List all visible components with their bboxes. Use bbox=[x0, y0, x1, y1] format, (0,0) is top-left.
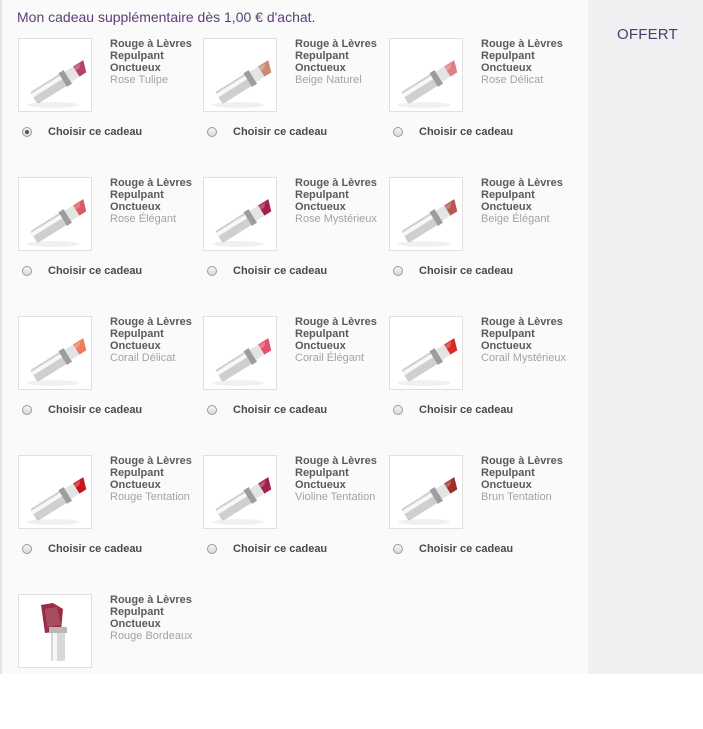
choose-gift-label[interactable]: Choisir ce cadeau bbox=[419, 543, 513, 555]
gift-shade: Rose Mystérieux bbox=[295, 213, 377, 225]
gift-name: Rouge à Lèvres Repulpant Onctueux bbox=[481, 455, 563, 491]
gift-shade: Rouge Tentation bbox=[110, 491, 190, 503]
choose-gift-label[interactable]: Choisir ce cadeau bbox=[48, 543, 142, 555]
gift-shade: Corail Mystérieux bbox=[481, 352, 566, 364]
choose-gift-label[interactable]: Choisir ce cadeau bbox=[419, 126, 513, 138]
choose-gift-label[interactable]: Choisir ce cadeau bbox=[419, 265, 513, 277]
gift-radio[interactable] bbox=[393, 405, 403, 415]
gift-header: Mon cadeau supplémentaire dès 1,00 € d'a… bbox=[17, 9, 316, 25]
gift-item: Rouge à Lèvres Repulpant Onctueux Rose Dé… bbox=[389, 38, 574, 173]
offer-label: OFFERT bbox=[617, 26, 678, 43]
choose-gift-option[interactable]: Choisir ce cadeau bbox=[207, 125, 327, 139]
choose-gift-option[interactable]: Choisir ce cadeau bbox=[22, 542, 142, 556]
lipstick-image bbox=[203, 177, 277, 251]
lipstick-image bbox=[389, 455, 463, 529]
lipstick-image bbox=[18, 316, 92, 390]
gift-shade: Beige Naturel bbox=[295, 74, 362, 86]
gift-item: Rouge à Lèvres Repulpant Onctueux Rose Tu… bbox=[18, 38, 203, 173]
gift-shade: Rouge Bordeaux bbox=[110, 630, 193, 642]
choose-gift-label[interactable]: Choisir ce cadeau bbox=[48, 265, 142, 277]
lipstick-image bbox=[389, 38, 463, 112]
gift-shade: Rose Délicat bbox=[481, 74, 544, 86]
gift-shade: Corail Délicat bbox=[110, 352, 176, 364]
gift-radio[interactable] bbox=[22, 544, 32, 554]
choose-gift-option[interactable]: Choisir ce cadeau bbox=[393, 264, 513, 278]
gift-name: Rouge à Lèvres Repulpant Onctueux bbox=[110, 38, 192, 74]
gift-item: Rouge à Lèvres Repulpant Onctueux Corail … bbox=[389, 316, 574, 451]
lipstick-image bbox=[203, 316, 277, 390]
choose-gift-option[interactable]: Choisir ce cadeau bbox=[207, 264, 327, 278]
choose-gift-option[interactable]: Choisir ce cadeau bbox=[393, 542, 513, 556]
price-column bbox=[588, 0, 703, 674]
gift-name: Rouge à Lèvres Repulpant Onctueux bbox=[481, 38, 563, 74]
gift-name: Rouge à Lèvres Repulpant Onctueux bbox=[110, 316, 192, 352]
choose-gift-option[interactable]: Choisir ce cadeau bbox=[22, 403, 142, 417]
choose-gift-option[interactable]: Choisir ce cadeau bbox=[207, 542, 327, 556]
gift-item: Rouge à Lèvres Repulpant Onctueux Brun Te… bbox=[389, 455, 574, 590]
lipstick-image bbox=[389, 316, 463, 390]
gift-item: Rouge à Lèvres Repulpant Onctueux Corail … bbox=[203, 316, 388, 451]
choose-gift-option[interactable]: Choisir ce cadeau bbox=[22, 264, 142, 278]
gift-item: Rouge à Lèvres Repulpant Onctueux Rose Él… bbox=[18, 177, 203, 312]
choose-gift-option[interactable]: Choisir ce cadeau bbox=[393, 403, 513, 417]
gift-name: Rouge à Lèvres Repulpant Onctueux bbox=[110, 177, 192, 213]
gift-radio[interactable] bbox=[207, 127, 217, 137]
gift-item: Rouge à Lèvres Repulpant Onctueux Violine… bbox=[203, 455, 388, 590]
gift-radio[interactable] bbox=[393, 266, 403, 276]
gift-radio[interactable] bbox=[393, 544, 403, 554]
choose-gift-option[interactable]: Choisir ce cadeau bbox=[22, 125, 142, 139]
lipstick-image bbox=[18, 594, 92, 668]
gift-name: Rouge à Lèvres Repulpant Onctueux bbox=[295, 177, 377, 213]
gift-item: Rouge à Lèvres Repulpant Onctueux Rouge B… bbox=[18, 594, 203, 729]
gift-name: Rouge à Lèvres Repulpant Onctueux bbox=[295, 38, 377, 74]
gift-shade: Rose Tulipe bbox=[110, 74, 169, 86]
gift-item: Rouge à Lèvres Repulpant Onctueux Beige É… bbox=[389, 177, 574, 312]
gift-item: Rouge à Lèvres Repulpant Onctueux Beige N… bbox=[203, 38, 388, 173]
lipstick-image bbox=[18, 177, 92, 251]
choose-gift-label[interactable]: Choisir ce cadeau bbox=[48, 126, 142, 138]
gift-name: Rouge à Lèvres Repulpant Onctueux bbox=[295, 455, 377, 491]
lipstick-image bbox=[18, 455, 92, 529]
choose-gift-label[interactable]: Choisir ce cadeau bbox=[419, 404, 513, 416]
choose-gift-option[interactable]: Choisir ce cadeau bbox=[207, 403, 327, 417]
lipstick-image bbox=[203, 455, 277, 529]
lipstick-image bbox=[389, 177, 463, 251]
gift-name: Rouge à Lèvres Repulpant Onctueux bbox=[295, 316, 377, 352]
choose-gift-label[interactable]: Choisir ce cadeau bbox=[233, 265, 327, 277]
gift-radio[interactable] bbox=[207, 405, 217, 415]
gift-shade: Violine Tentation bbox=[295, 491, 376, 503]
gift-radio[interactable] bbox=[207, 266, 217, 276]
gift-radio[interactable] bbox=[22, 127, 32, 137]
gift-shade: Beige Élégant bbox=[481, 213, 550, 225]
gift-shade: Rose Élégant bbox=[110, 213, 177, 225]
choose-gift-label[interactable]: Choisir ce cadeau bbox=[233, 126, 327, 138]
choose-gift-label[interactable]: Choisir ce cadeau bbox=[233, 543, 327, 555]
gift-radio[interactable] bbox=[393, 127, 403, 137]
gift-shade: Brun Tentation bbox=[481, 491, 552, 503]
gift-name: Rouge à Lèvres Repulpant Onctueux bbox=[110, 455, 192, 491]
gift-name: Rouge à Lèvres Repulpant Onctueux bbox=[481, 177, 563, 213]
gift-name: Rouge à Lèvres Repulpant Onctueux bbox=[481, 316, 563, 352]
lipstick-image bbox=[203, 38, 277, 112]
gift-item: Rouge à Lèvres Repulpant Onctueux Rouge T… bbox=[18, 455, 203, 590]
gift-name: Rouge à Lèvres Repulpant Onctueux bbox=[110, 594, 192, 630]
gift-radio[interactable] bbox=[22, 405, 32, 415]
choose-gift-label[interactable]: Choisir ce cadeau bbox=[233, 404, 327, 416]
gift-radio[interactable] bbox=[207, 544, 217, 554]
gift-radio[interactable] bbox=[22, 266, 32, 276]
gift-item: Rouge à Lèvres Repulpant Onctueux Rose My… bbox=[203, 177, 388, 312]
gift-shade: Corail Élégant bbox=[295, 352, 365, 364]
gift-item: Rouge à Lèvres Repulpant Onctueux Corail … bbox=[18, 316, 203, 451]
choose-gift-label[interactable]: Choisir ce cadeau bbox=[48, 404, 142, 416]
choose-gift-option[interactable]: Choisir ce cadeau bbox=[393, 125, 513, 139]
lipstick-image bbox=[18, 38, 92, 112]
